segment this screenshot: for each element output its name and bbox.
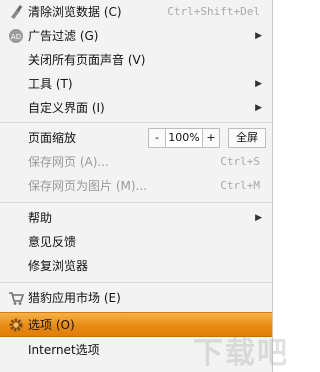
shortcut-text: Ctrl+S — [220, 155, 260, 168]
menu-item-label: 关闭所有页面声音 (V) — [28, 53, 146, 67]
cart-icon — [8, 290, 25, 306]
menu-item-save-page-as-image[interactable]: 保存网页为图片 (M)... Ctrl+M — [0, 174, 272, 198]
shortcut-text: Ctrl+M — [220, 179, 260, 192]
menu-item-clear-browsing-data[interactable]: 清除浏览数据 (C) Ctrl+Shift+Del — [0, 0, 272, 24]
menu-item-page-zoom: 页面缩放 - 100% + 全屏 — [0, 126, 272, 150]
menu-item-label: Internet选项 — [28, 343, 100, 357]
svg-text:AD: AD — [11, 33, 21, 41]
menu-item-label: 猎豹应用市场 (E) — [28, 291, 121, 305]
menu-item-label: 选项 (O) — [28, 318, 75, 332]
site-watermark: 下载吧 — [193, 336, 289, 371]
menu-item-feedback[interactable]: 意见反馈 — [0, 230, 272, 254]
broom-icon — [8, 4, 24, 20]
menu-item-label: 自定义界面 (I) — [28, 101, 105, 115]
menu-item-label: 广告过滤 (G) — [28, 29, 99, 43]
menu-item-label: 清除浏览数据 (C) — [28, 5, 122, 19]
menu-separator — [0, 202, 272, 203]
browser-main-menu: 清除浏览数据 (C) Ctrl+Shift+Del AD 广告过滤 (G) ▶ … — [0, 0, 273, 372]
menu-item-label: 意见反馈 — [28, 235, 77, 249]
menu-item-mute-all-pages[interactable]: 关闭所有页面声音 (V) — [0, 48, 272, 72]
shortcut-text: Ctrl+Shift+Del — [167, 5, 260, 18]
zoom-in-button[interactable]: + — [202, 128, 220, 148]
menu-item-customize-ui[interactable]: 自定义界面 (I) ▶ — [0, 96, 272, 120]
menu-separator — [0, 122, 272, 123]
fullscreen-button[interactable]: 全屏 — [228, 128, 266, 148]
ad-filter-icon: AD — [8, 28, 24, 44]
submenu-arrow-icon: ▶ — [255, 31, 262, 41]
submenu-arrow-icon: ▶ — [255, 103, 262, 113]
menu-separator — [0, 282, 272, 283]
menu-item-label: 保存网页为图片 (M)... — [28, 179, 147, 193]
zoom-level-value: 100% — [165, 128, 203, 148]
menu-item-tools[interactable]: 工具 (T) ▶ — [0, 72, 272, 96]
menu-item-ad-filter[interactable]: AD 广告过滤 (G) ▶ — [0, 24, 272, 48]
menu-item-label: 帮助 — [28, 211, 53, 225]
zoom-out-button[interactable]: - — [148, 128, 166, 148]
menu-item-label: 保存网页 (A)... — [28, 155, 109, 169]
menu-item-label: 工具 (T) — [28, 77, 73, 91]
submenu-arrow-icon: ▶ — [255, 79, 262, 89]
menu-item-save-page[interactable]: 保存网页 (A)... Ctrl+S — [0, 150, 272, 174]
menu-item-label: 页面缩放 — [28, 131, 77, 145]
menu-item-repair-browser[interactable]: 修复浏览器 — [0, 254, 272, 278]
menu-item-label: 修复浏览器 — [28, 259, 89, 273]
submenu-arrow-icon: ▶ — [255, 213, 262, 223]
gear-icon — [8, 317, 24, 333]
menu-item-help[interactable]: 帮助 ▶ — [0, 206, 272, 230]
menu-item-app-market[interactable]: 猎豹应用市场 (E) — [0, 286, 272, 310]
